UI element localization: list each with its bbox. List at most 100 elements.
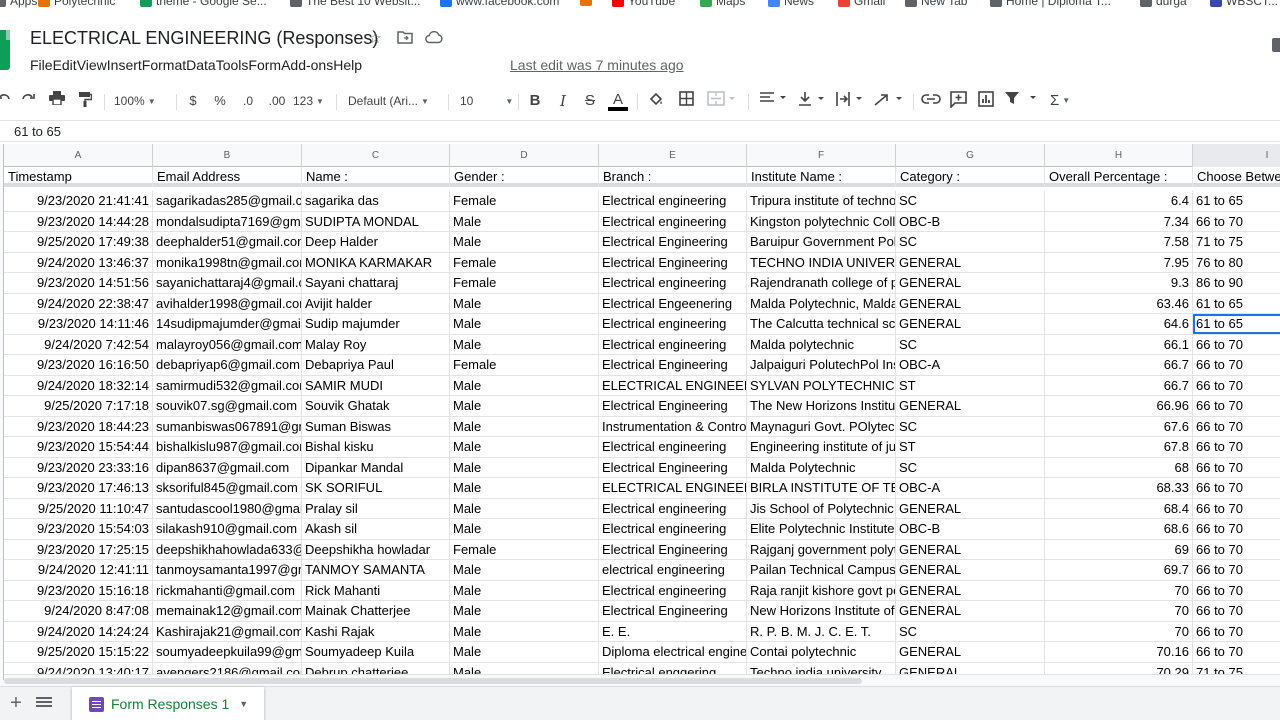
table-cell[interactable]: Electrical engineering	[599, 498, 747, 519]
table-cell[interactable]: 9/23/2020 17:25:15	[4, 539, 153, 560]
table-cell[interactable]: Male	[450, 334, 599, 355]
table-cell[interactable]: dipan8637@gmail.com	[153, 457, 302, 478]
table-cell[interactable]: Debapriya Paul	[302, 355, 450, 375]
table-cell[interactable]: Male	[450, 457, 599, 478]
table-cell[interactable]: sumanbiswas067891@gmail.com	[153, 416, 302, 437]
table-cell[interactable]: 9/23/2020 14:51:56	[4, 273, 153, 293]
table-cell[interactable]: 66 to 70	[1193, 335, 1280, 355]
table-cell[interactable]: New Horizons Institute of Technology	[747, 601, 896, 621]
italic-button[interactable]: I	[556, 91, 570, 111]
table-cell[interactable]: 66 to 70	[1193, 376, 1280, 396]
menu-form[interactable]: Form	[248, 56, 281, 76]
table-cell[interactable]: Male	[450, 621, 599, 642]
document-title[interactable]: ELECTRICAL ENGINEERING (Responses)	[30, 28, 378, 49]
table-cell[interactable]: Akash sil	[302, 519, 450, 539]
table-cell[interactable]: 61 to 65	[1193, 191, 1280, 211]
table-cell[interactable]: TANMOY SAMANTA	[302, 560, 450, 580]
functions-button[interactable]: Σ ▼	[1050, 91, 1080, 111]
table-cell[interactable]: 71 to 75	[1193, 232, 1280, 252]
table-cell[interactable]: silakash910@gmail.com	[153, 519, 302, 539]
table-cell[interactable]: SUDIPTA MONDAL	[302, 211, 450, 232]
strikethrough-button[interactable]: S	[583, 91, 597, 111]
menu-insert[interactable]: Insert	[107, 56, 142, 76]
decrease-decimal-button[interactable]: .0	[238, 91, 258, 111]
table-cell[interactable]: 69	[1045, 539, 1193, 560]
table-cell[interactable]: 70.16	[1045, 642, 1193, 662]
table-cell[interactable]: Instrumentation & Control	[599, 416, 747, 437]
star-icon[interactable]: ☆	[366, 30, 384, 48]
bookmark-item[interactable]: theme - Google Se...	[140, 0, 267, 8]
table-cell[interactable]: Electrical Engineering	[599, 457, 747, 478]
table-cell[interactable]: 67.8	[1045, 437, 1193, 457]
table-cell[interactable]: 9/23/2020 23:33:16	[4, 457, 153, 478]
table-cell[interactable]: SYLVAN POLYTECHNIC	[747, 375, 896, 396]
table-cell[interactable]: ST	[896, 437, 1045, 457]
column-header-i[interactable]: I	[1193, 144, 1280, 167]
table-cell[interactable]: 66 to 70	[1193, 499, 1280, 519]
header-cell[interactable]: Branch :	[599, 167, 747, 187]
table-cell[interactable]: deephalder51@gmail.com	[153, 232, 302, 252]
table-cell[interactable]: Electrical engineering	[599, 580, 747, 601]
font-select[interactable]: Default (Ari... ▼	[348, 91, 440, 111]
table-cell[interactable]: avihalder1998@gmail.com	[153, 293, 302, 314]
table-cell[interactable]: GENERAL	[896, 273, 1045, 293]
table-cell[interactable]: Engineering institute of junior	[747, 437, 896, 457]
table-cell[interactable]: 66 to 70	[1193, 212, 1280, 232]
table-cell[interactable]: 9/25/2020 7:17:18	[4, 396, 153, 416]
bookmark-item[interactable]: Home | Diploma T...	[990, 0, 1111, 8]
table-cell[interactable]: deepshikhahowlada633@gmail.com	[153, 539, 302, 560]
table-cell[interactable]: E. E.	[599, 621, 747, 642]
table-cell[interactable]: 66.7	[1045, 375, 1193, 396]
table-cell[interactable]: 9/23/2020 21:41:41	[4, 191, 153, 211]
table-cell[interactable]: 66 to 70	[1193, 642, 1280, 662]
increase-decimal-button[interactable]: .00	[265, 91, 289, 111]
table-cell[interactable]: 9/23/2020 15:16:18	[4, 580, 153, 601]
table-cell[interactable]: Jalpaiguri PolutechPol Institute	[747, 355, 896, 375]
formula-input[interactable]: 61 to 65	[14, 124, 61, 139]
table-cell[interactable]: 64.6	[1045, 314, 1193, 334]
table-cell[interactable]: 66 to 70	[1193, 519, 1280, 539]
header-cell[interactable]: Timestamp	[4, 167, 153, 187]
menu-format[interactable]: Format	[142, 56, 186, 76]
all-sheets-icon[interactable]	[36, 695, 52, 711]
table-cell[interactable]: GENERAL	[896, 580, 1045, 601]
table-cell[interactable]: 66 to 70	[1193, 601, 1280, 621]
table-cell[interactable]: GENERAL	[896, 498, 1045, 519]
header-cell[interactable]: Choose Betwe	[1193, 167, 1280, 187]
table-cell[interactable]: 9/25/2020 15:15:22	[4, 642, 153, 662]
table-cell[interactable]: GENERAL	[896, 252, 1045, 273]
table-cell[interactable]: 9/25/2020 11:10:47	[4, 498, 153, 519]
table-cell[interactable]: Electrical Engineering	[599, 539, 747, 560]
table-cell[interactable]: 63.46	[1045, 293, 1193, 314]
font-size-select[interactable]: 10 ▼	[460, 91, 513, 111]
column-header-e[interactable]: E	[599, 144, 747, 167]
table-cell[interactable]: 66 to 70	[1193, 458, 1280, 478]
table-cell[interactable]: Malda polytechnic	[747, 334, 896, 355]
table-cell[interactable]: Electrical Engeenering	[599, 293, 747, 314]
table-cell[interactable]: SC	[896, 621, 1045, 642]
add-sheet-icon[interactable]: +	[6, 693, 26, 713]
table-cell[interactable]: 9/24/2020 22:38:47	[4, 293, 153, 314]
header-cell[interactable]: Category :	[896, 167, 1045, 187]
table-cell[interactable]: 9/23/2020 15:54:03	[4, 519, 153, 539]
table-cell[interactable]: GENERAL	[896, 396, 1045, 416]
table-cell[interactable]: Male	[450, 560, 599, 580]
table-cell[interactable]: Female	[450, 252, 599, 273]
table-cell[interactable]: 9.3	[1045, 273, 1193, 293]
table-cell[interactable]: 9/24/2020 12:41:11	[4, 560, 153, 580]
table-cell[interactable]: Male	[450, 478, 599, 498]
table-cell[interactable]: SC	[896, 457, 1045, 478]
table-cell[interactable]: Jis School of Polytechnic	[747, 498, 896, 519]
redo-icon[interactable]	[20, 91, 36, 111]
table-cell[interactable]: 9/23/2020 16:16:50	[4, 355, 153, 375]
table-cell[interactable]: 66 to 70	[1193, 581, 1280, 601]
table-cell[interactable]: R. P. B. M. J. C. E. T.	[747, 621, 896, 642]
table-cell[interactable]: 68	[1045, 457, 1193, 478]
table-cell[interactable]: sagarikadas285@gmail.com	[153, 191, 302, 211]
bookmark-item[interactable]: Polytechnic	[38, 0, 115, 8]
table-cell[interactable]: SC	[896, 191, 1045, 211]
table-cell[interactable]: Electrical Engineering	[599, 396, 747, 416]
table-cell[interactable]: 66.1	[1045, 334, 1193, 355]
table-cell[interactable]: Raja ranjit kishore govt polytechnic	[747, 580, 896, 601]
print-icon[interactable]	[48, 91, 66, 111]
